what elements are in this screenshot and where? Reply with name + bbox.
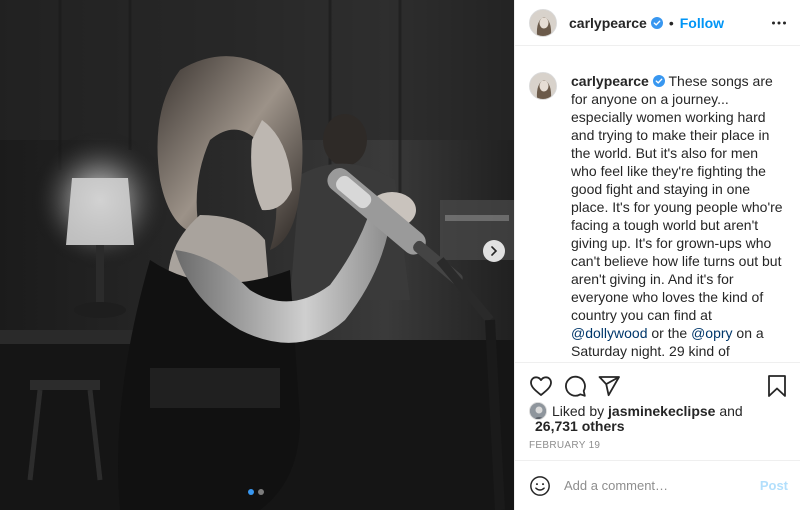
caption-author-username[interactable]: carlypearce [571,73,649,89]
smiley-icon[interactable] [529,475,551,497]
caption-body-1: These songs are for anyone on a journey.… [571,73,783,323]
caption-scroll-area[interactable]: carlypearce These songs are for anyone o… [515,47,800,363]
mention-link-dollywood[interactable]: @dollywood [571,325,647,341]
likes-conjunction: and [715,403,743,419]
avatar-image [530,73,556,99]
post-photo [0,0,514,510]
post-comment-button[interactable]: Post [760,478,788,493]
ellipsis-icon[interactable] [771,15,787,31]
heart-icon[interactable] [529,374,553,398]
paper-plane-icon[interactable] [597,374,621,398]
avatar[interactable] [529,8,557,37]
mention-link-opry[interactable]: @opry [691,325,732,341]
verified-badge-icon [652,75,665,87]
comment-bubble-icon[interactable] [563,374,587,398]
separator-dot: • [668,14,674,31]
chevron-right-icon [491,246,498,256]
avatar-image [530,9,556,36]
likes-count[interactable]: 26,731 others [535,417,625,435]
post-author-username[interactable]: carlypearce [569,15,647,31]
post-actions-bar [515,366,800,406]
caption-text: carlypearce These songs are for anyone o… [571,72,787,362]
carousel-dot [258,489,264,495]
caption-avatar[interactable] [529,72,557,100]
caption-body-2: or the [647,325,692,341]
carousel-indicator [248,489,264,495]
caption-row: carlypearce These songs are for anyone o… [515,47,800,362]
comment-input[interactable] [564,478,744,493]
post-header: carlypearce • Follow [515,0,800,46]
bookmark-icon[interactable] [765,374,789,398]
add-comment-bar: Post [515,460,800,510]
verified-badge-icon [650,16,663,29]
post-timestamp[interactable]: FEBRUARY 19 [529,440,600,451]
follow-button[interactable]: Follow [680,15,724,31]
post-details-panel: carlypearce • Follow carlypearce These s… [514,0,800,510]
carousel-dot-active [248,489,254,495]
post-media[interactable] [0,0,514,510]
carousel-next-button[interactable] [483,240,505,262]
